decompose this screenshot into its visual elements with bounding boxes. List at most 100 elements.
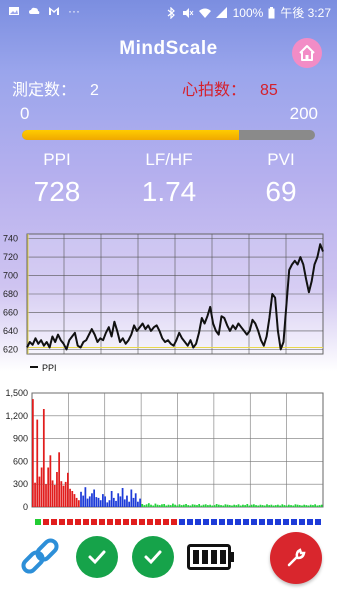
indicator-square [195, 519, 201, 525]
bar-low [71, 491, 74, 507]
bar-high [226, 504, 229, 507]
progress-fill [22, 130, 239, 140]
bar-high [156, 504, 159, 507]
check-button-2[interactable] [132, 536, 174, 578]
y-tick-label: 1,500 [5, 388, 28, 398]
clock: 午後 3:27 [280, 6, 331, 20]
bar-high [252, 504, 255, 507]
legend-ppi-label: PPI [42, 363, 57, 373]
bar-low [38, 476, 41, 507]
bar-high [285, 505, 288, 507]
metric-pvi-label: PVI [267, 150, 295, 169]
status-bar: ··· 100% 午後 3:27 [0, 0, 337, 22]
bar-high [266, 504, 268, 507]
metric-pvi: PVI 69 [236, 150, 326, 208]
bar-high [209, 504, 211, 507]
y-tick-label: 0 [23, 502, 28, 512]
bar-low [40, 467, 43, 507]
bar-high [172, 503, 174, 507]
check-icon [144, 550, 162, 565]
bar-mid [112, 497, 115, 507]
metric-ppi: PPI 728 [12, 150, 102, 208]
bar-high [161, 504, 163, 507]
indicator-square [59, 519, 65, 525]
check-icon [88, 550, 106, 565]
bar-low [60, 481, 63, 507]
bar-high [244, 505, 246, 507]
bar-high [274, 505, 277, 507]
bar-high [320, 504, 323, 507]
indicator-square [163, 519, 169, 525]
bar-high [237, 504, 240, 507]
indicator-square [275, 519, 281, 525]
bar-low [36, 419, 39, 507]
bar-high [296, 504, 299, 507]
bar-mid [104, 496, 106, 507]
bar-high [150, 504, 152, 507]
indicator-square [315, 519, 321, 525]
bar-high [167, 504, 170, 507]
bar-high [185, 504, 187, 507]
bar-low [34, 482, 36, 507]
bar-high [268, 505, 271, 507]
bar-high [158, 505, 161, 507]
check-button-1[interactable] [76, 536, 118, 578]
bluetooth-icon [167, 6, 175, 19]
bar-low [69, 488, 71, 507]
indicator-square [139, 519, 145, 525]
cloud-icon [29, 7, 40, 14]
bar-high [180, 505, 183, 507]
wifi-icon [198, 8, 211, 18]
link-icon[interactable] [18, 536, 62, 578]
y-tick-label: 300 [13, 479, 28, 489]
bar-low [67, 472, 69, 507]
heart-rate-progress-bar [22, 130, 315, 140]
y-tick-label: 640 [3, 326, 18, 336]
indicator-square [267, 519, 273, 525]
indicator-square [107, 519, 113, 525]
bar-high [298, 505, 301, 507]
home-button[interactable] [292, 38, 322, 68]
bar-high [189, 505, 192, 507]
bar-high [215, 504, 218, 507]
mail-icon [49, 7, 59, 15]
line-chart-y-ticks: 740 720 700 680 660 640 620 [3, 234, 18, 355]
indicator-square [259, 519, 265, 525]
bar-high [259, 504, 262, 507]
bar-low [64, 481, 67, 507]
indicator-square [219, 519, 225, 525]
indicator-square [147, 519, 153, 525]
settings-tool-button[interactable] [270, 532, 322, 584]
bar-mid [121, 488, 124, 507]
bar-high [154, 503, 157, 507]
bar-high [303, 504, 306, 507]
bar-low [53, 485, 56, 507]
bar-high [250, 504, 253, 507]
bar-high [145, 504, 148, 507]
bar-high [290, 505, 292, 507]
y-tick-label: 720 [3, 252, 18, 262]
bar-mid [93, 489, 96, 507]
bar-high [272, 505, 275, 507]
bar-high [152, 505, 155, 507]
image-icon [9, 7, 19, 15]
bar-high [246, 504, 249, 507]
bar-mid [91, 493, 93, 507]
indicator-square [51, 519, 57, 525]
bar-mid [123, 499, 126, 507]
bar-low [73, 494, 76, 507]
bar-mid [115, 500, 117, 507]
bar-high [202, 504, 205, 507]
bar-high [200, 505, 203, 507]
bar-high [198, 504, 201, 507]
indicator-square [291, 519, 297, 525]
bar-high [277, 504, 279, 507]
bar-high [281, 504, 284, 507]
bar-mid [88, 496, 91, 507]
bar-high [235, 505, 238, 507]
bar-high [242, 504, 244, 507]
indicator-square [299, 519, 305, 525]
battery-status-icon [268, 6, 275, 18]
bar-high [182, 504, 185, 507]
bar-high [143, 505, 146, 507]
